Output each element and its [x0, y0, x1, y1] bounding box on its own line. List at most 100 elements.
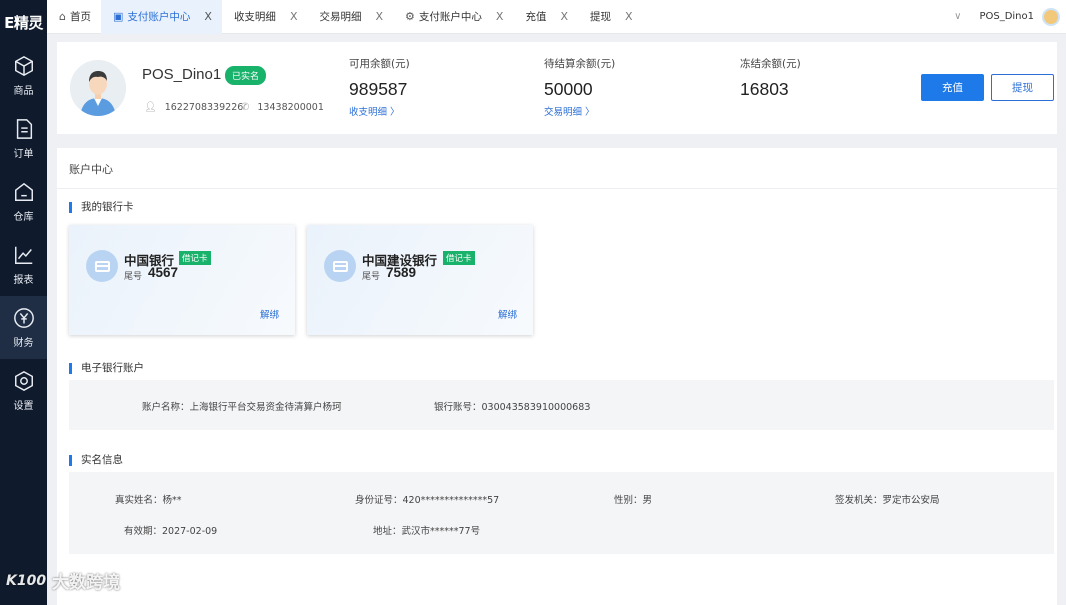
page-title: 账户中心 [69, 163, 113, 176]
sidebar-item-reports[interactable]: 报表 [0, 233, 47, 296]
card-tail-number: 7589 [386, 265, 417, 280]
tab-label: 支付账户中心 [127, 11, 191, 23]
credit-card-icon [86, 250, 118, 282]
tab-payment-account-center[interactable]: ▣ 支付账户中心 X [100, 0, 222, 34]
sidebar-item-settings[interactable]: 设置 [0, 359, 47, 422]
gender-field: 性别：男 [614, 495, 653, 506]
card-type-badge: 借记卡 [443, 251, 475, 265]
sidebar-item-orders[interactable]: 订单 [0, 107, 47, 170]
unbind-link[interactable]: 解绑 [260, 307, 279, 321]
user-id: 1622708339226 [164, 102, 244, 113]
tab-home[interactable]: ⌂ 首页 [47, 0, 101, 34]
phone-icon: ✆ [241, 102, 250, 113]
hexagon-gear-icon [14, 370, 33, 391]
close-icon[interactable]: X [290, 10, 298, 23]
sidebar-item-label: 报表 [13, 274, 34, 286]
bank-card: 中国建设银行 借记卡 尾号 7589 解绑 [307, 225, 533, 335]
transactions-link[interactable]: 交易明细 〉 [544, 104, 615, 118]
watermark-text: 大数跨境 [52, 573, 121, 593]
watermark-logo: K100 [6, 572, 47, 589]
address-field: 地址：武汉市******77号 [373, 526, 481, 537]
validity-field: 有效期：2027-02-09 [124, 526, 218, 537]
watermark: K100 大数跨境 [6, 568, 121, 594]
avatar[interactable] [1042, 7, 1060, 26]
sidebar-item-products[interactable]: 商品 [0, 44, 47, 107]
app-logo: E精灵 [4, 13, 43, 32]
income-expense-link[interactable]: 收支明细 〉 [349, 104, 410, 118]
balance-value: 989587 [349, 79, 408, 99]
document-icon [16, 118, 32, 139]
home-icon [14, 182, 33, 201]
verified-badge: 已实名 [225, 66, 267, 85]
tab-payment-account-center-2[interactable]: ⚙ 支付账户中心 X [393, 0, 513, 34]
user-id-row: 👤︎ 1622708339226 [144, 102, 243, 113]
balance-label: 冻结余额(元) [740, 58, 801, 70]
chevron-down-icon[interactable]: ∨ [954, 11, 961, 22]
frozen-balance: 冻结余额(元) 16803 [740, 56, 801, 100]
topbar-username: POS_Dino1 [979, 11, 1034, 22]
id-card-icon: ▣ [112, 10, 124, 23]
cube-icon [14, 55, 33, 76]
available-balance: 可用余额(元) 989587 收支明细 〉 [349, 56, 410, 118]
account-center-panel: 账户中心 我的银行卡 中国银行 借记卡 尾号 4567 解绑 中国建设银行 借记… [57, 148, 1057, 605]
ebank-info-box: 账户名称：上海银行平台交易资金待清算户杨珂 银行账号：0300435839100… [69, 380, 1054, 430]
balance-label: 可用余额(元) [349, 58, 410, 70]
close-icon[interactable]: X [204, 10, 212, 23]
yen-circle-icon [13, 307, 34, 328]
section-title-realname: 实名信息 [69, 455, 123, 466]
tab-label: 首页 [69, 11, 91, 23]
tab-bar: ⌂ 首页 ▣ 支付账户中心 X 收支明细 X 交易明细 X ⚙ 支付账户中心 X… [47, 0, 1066, 34]
home-icon: ⌂ [59, 10, 66, 23]
withdraw-button[interactable]: 提现 [991, 74, 1054, 101]
sidebar-item-label: 财务 [13, 337, 34, 349]
realname-info-box: 真实姓名：杨** 身份证号：420**************57 性别：男 签… [69, 472, 1054, 554]
sidebar-item-warehouse[interactable]: 仓库 [0, 170, 47, 233]
tab-label: 提现 [590, 11, 611, 23]
recharge-button[interactable]: 充值 [921, 74, 984, 101]
card-tail-label: 尾号 [124, 272, 143, 282]
tab-withdraw[interactable]: 提现 X [578, 0, 643, 34]
phone-number: 13438200001 [257, 102, 324, 113]
chart-line-icon [14, 246, 32, 264]
tab-label: 支付账户中心 [418, 11, 482, 23]
account-name-field: 账户名称：上海银行平台交易资金待清算户杨珂 [142, 402, 342, 413]
account-number-field: 银行账号：03004358391000068З [434, 402, 591, 413]
section-title-bank-cards: 我的银行卡 [69, 202, 134, 213]
phone-row: ✆ 13438200001 [241, 102, 324, 113]
bank-card: 中国银行 借记卡 尾号 4567 解绑 [69, 225, 295, 335]
sidebar: E精灵 商品 订单 仓库 报表 财务 设置 [0, 0, 47, 605]
tab-income-expense[interactable]: 收支明细 X [222, 0, 308, 34]
balance-value: 16803 [740, 79, 789, 99]
close-icon[interactable]: X [496, 10, 504, 23]
balance-label: 待结算余额(元) [544, 58, 616, 70]
tab-recharge[interactable]: 充值 X [513, 0, 578, 34]
pending-balance: 待结算余额(元) 50000 交易明细 〉 [544, 56, 615, 118]
account-summary-card: POS_Dino1 已实名 👤︎ 1622708339226 ✆ 1343820… [57, 42, 1057, 134]
card-tail-number: 4567 [148, 265, 179, 280]
sidebar-item-label: 商品 [13, 85, 34, 97]
close-icon[interactable]: X [560, 10, 568, 23]
avatar-illustration [70, 60, 126, 116]
tab-transactions[interactable]: 交易明细 X [307, 0, 393, 34]
tab-label: 充值 [525, 11, 547, 23]
tab-label: 交易明细 [319, 11, 362, 23]
card-type-badge: 借记卡 [179, 251, 211, 265]
unbind-link[interactable]: 解绑 [498, 307, 517, 321]
sidebar-item-label: 仓库 [13, 211, 34, 223]
user-menu[interactable]: ∨ POS_Dino1 [954, 7, 1066, 26]
id-number-field: 身份证号：420**************57 [355, 495, 500, 506]
close-icon[interactable]: X [375, 10, 383, 23]
card-tail-label: 尾号 [362, 272, 381, 282]
issuer-field: 签发机关：罗定市公安局 [835, 495, 940, 506]
sidebar-item-finance[interactable]: 财务 [0, 296, 47, 359]
balance-value: 50000 [544, 79, 593, 99]
tab-label: 收支明细 [233, 11, 276, 23]
sidebar-item-label: 订单 [13, 148, 34, 160]
credit-card-icon [324, 250, 356, 282]
sidebar-item-label: 设置 [13, 400, 34, 412]
user-icon: 👤︎ [144, 102, 157, 113]
real-name-field: 真实姓名：杨** [115, 495, 182, 506]
divider [57, 188, 1057, 189]
profile-username: POS_Dino1 [142, 66, 222, 83]
close-icon[interactable]: X [625, 10, 633, 23]
